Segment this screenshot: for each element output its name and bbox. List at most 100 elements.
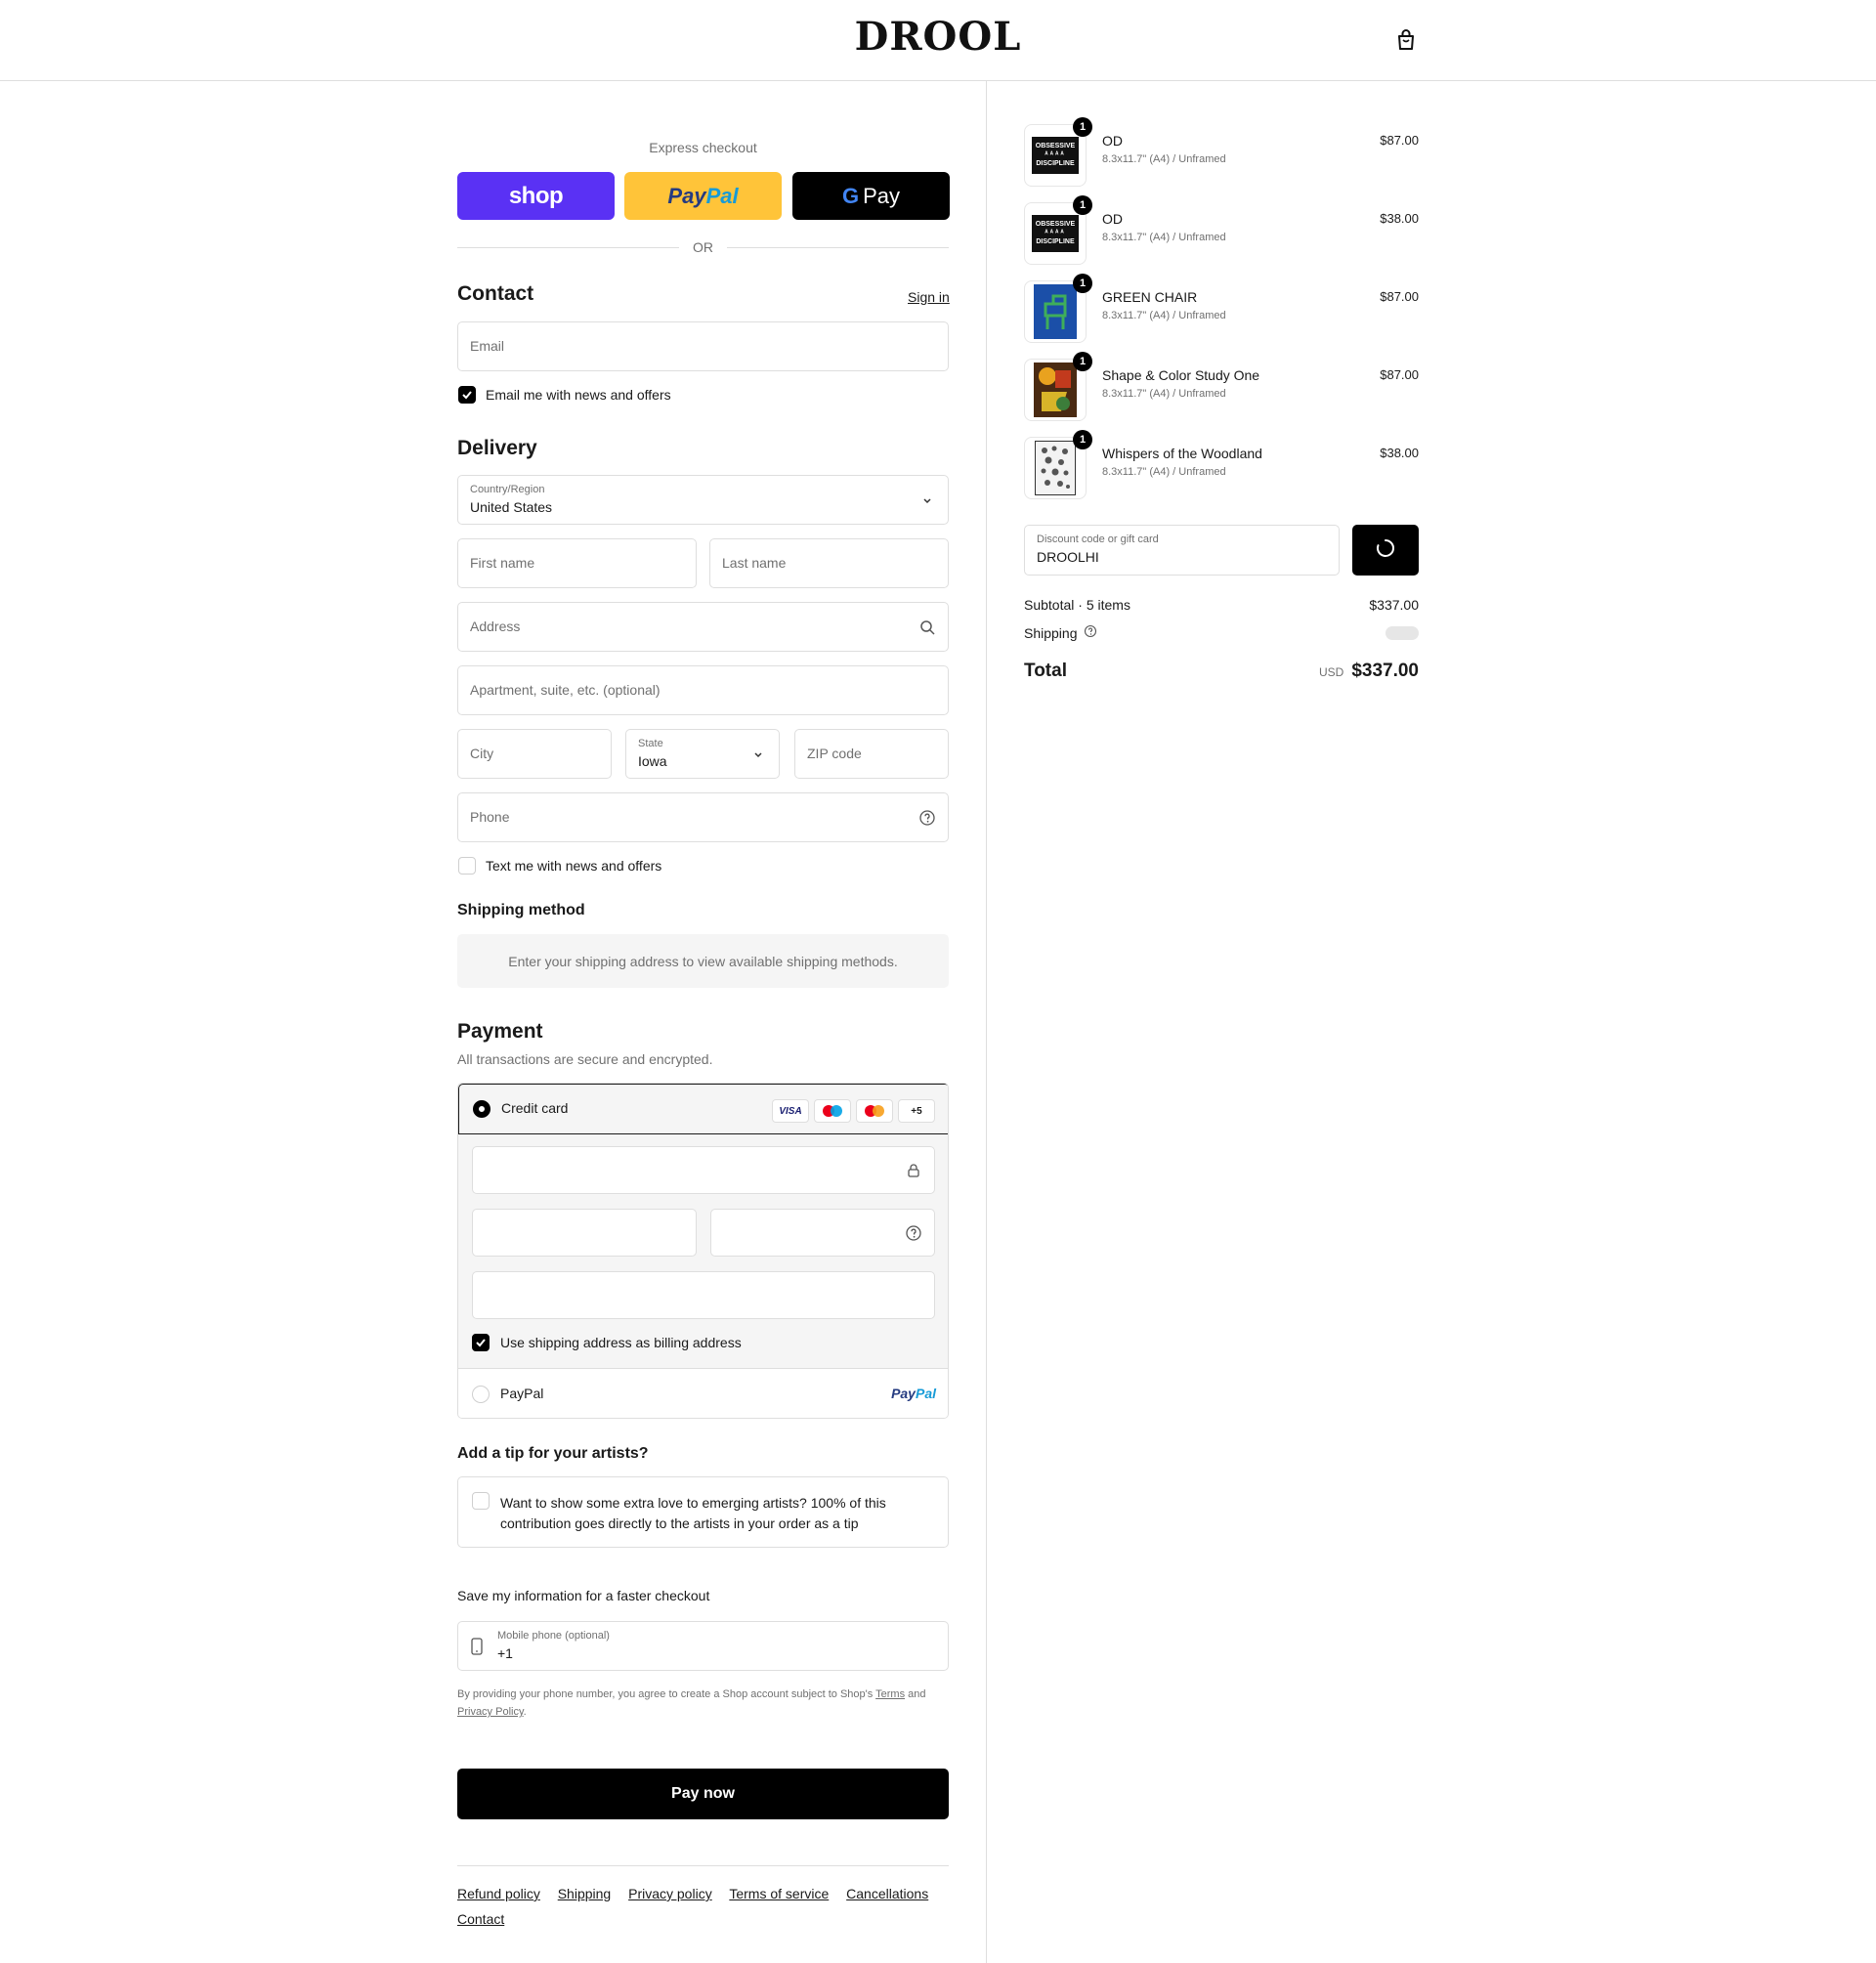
shipping-loading-placeholder xyxy=(1386,625,1419,640)
card-number-field[interactable] xyxy=(472,1146,935,1194)
total-label: Total xyxy=(1024,661,1067,681)
subtotal-value: $337.00 xyxy=(1369,597,1419,613)
phone-field[interactable]: Phone xyxy=(457,792,949,842)
first-name-field[interactable]: First name xyxy=(457,538,697,588)
order-item: OBSESSIVE ᴬᴬᴬᴬ DISCIPLINE 1 OD 8.3x11.7" (… xyxy=(1024,117,1419,189)
tip-text: Want to show some extra love to emerging… xyxy=(500,1495,886,1531)
discount-value: DROOLHI xyxy=(1037,549,1099,565)
shipping-method-note: Enter your shipping address to view avai… xyxy=(457,934,949,988)
terms-link[interactable]: Terms xyxy=(875,1688,905,1700)
shipping-policy-link[interactable]: Shipping xyxy=(558,1886,612,1901)
shop-pay-button[interactable]: shop xyxy=(457,172,615,220)
privacy-policy-footer-link[interactable]: Privacy policy xyxy=(628,1886,712,1901)
item-variant: 8.3x11.7" (A4) / Unframed xyxy=(1102,232,1226,243)
item-variant: 8.3x11.7" (A4) / Unframed xyxy=(1102,310,1226,321)
expiration-field[interactable] xyxy=(472,1209,697,1257)
mobile-phone-icon xyxy=(470,1638,484,1660)
order-item: 1 Whispers of the Woodland 8.3x11.7" (A4… xyxy=(1024,430,1419,501)
country-select[interactable]: Country/Region United States xyxy=(457,475,949,525)
state-value: Iowa xyxy=(638,753,667,769)
help-circle-icon[interactable] xyxy=(1084,624,1097,641)
shipping-label: Shipping xyxy=(1024,624,1078,641)
mobile-phone-field[interactable]: Mobile phone (optional) +1 xyxy=(457,1621,949,1671)
shipping-row: Shipping xyxy=(1024,624,1419,641)
credit-card-radio[interactable] xyxy=(473,1100,490,1118)
paypal-logo-part: Pay xyxy=(667,183,706,208)
shop-disclaimer: By providing your phone number, you agre… xyxy=(457,1686,949,1721)
quantity-badge: 1 xyxy=(1073,274,1092,293)
payment-heading: Payment xyxy=(457,1020,543,1043)
save-info-heading: Save my information for a faster checkou… xyxy=(457,1588,710,1603)
item-price: $87.00 xyxy=(1380,367,1419,382)
quantity-badge: 1 xyxy=(1073,195,1092,215)
or-label: OR xyxy=(693,239,713,255)
item-name: OD xyxy=(1102,133,1123,149)
delivery-heading: Delivery xyxy=(457,437,537,459)
item-variant: 8.3x11.7" (A4) / Unframed xyxy=(1102,388,1226,400)
apartment-field[interactable]: Apartment, suite, etc. (optional) xyxy=(457,665,949,715)
credit-card-option[interactable]: Credit card VISA +5 xyxy=(458,1084,948,1134)
shipping-method-heading: Shipping method xyxy=(457,902,585,918)
google-pay-button[interactable]: G Pay xyxy=(792,172,950,220)
apply-discount-button[interactable] xyxy=(1352,525,1419,576)
lock-icon xyxy=(905,1162,922,1184)
city-field[interactable]: City xyxy=(457,729,612,779)
loading-spinner-icon xyxy=(1375,537,1396,564)
paypal-radio[interactable] xyxy=(472,1386,490,1403)
total-value: $337.00 xyxy=(1351,661,1419,681)
thumb-text: DISCIPLINE xyxy=(1036,238,1075,245)
store-logo[interactable]: DROOL xyxy=(0,14,1876,60)
email-placeholder: Email xyxy=(470,338,505,354)
pay-now-button[interactable]: Pay now xyxy=(457,1769,949,1819)
thumb-text: DISCIPLINE xyxy=(1036,160,1075,167)
paypal-option[interactable]: PayPal PayPal xyxy=(458,1369,948,1418)
chevron-down-icon xyxy=(749,746,767,763)
item-variant: 8.3x11.7" (A4) / Unframed xyxy=(1102,466,1226,478)
paypal-express-button[interactable]: Pay Pal xyxy=(624,172,782,220)
more-cards-badge: +5 xyxy=(898,1099,935,1123)
zip-field[interactable]: ZIP code xyxy=(794,729,949,779)
state-label: State xyxy=(638,738,663,749)
discount-label: Discount code or gift card xyxy=(1037,533,1159,545)
sign-in-link[interactable]: Sign in xyxy=(908,289,950,305)
item-price: $87.00 xyxy=(1380,289,1419,304)
privacy-policy-link[interactable]: Privacy Policy xyxy=(457,1706,524,1718)
payment-methods: Credit card VISA +5 Use shipping address… xyxy=(457,1083,949,1419)
state-select[interactable]: State Iowa xyxy=(625,729,780,779)
first-name-placeholder: First name xyxy=(470,555,535,571)
billing-address-checkbox[interactable] xyxy=(472,1334,490,1351)
contact-link[interactable]: Contact xyxy=(457,1911,504,1927)
billing-address-label: Use shipping address as billing address xyxy=(500,1335,742,1350)
footer-links: Refund policy Shipping Privacy policy Te… xyxy=(457,1881,949,1932)
or-divider: OR xyxy=(457,238,949,256)
disclaimer-period: . xyxy=(523,1706,527,1718)
credit-card-form: Use shipping address as billing address xyxy=(458,1134,948,1369)
tip-checkbox[interactable] xyxy=(472,1492,490,1510)
mastercard-icon xyxy=(856,1099,893,1123)
security-code-field[interactable] xyxy=(710,1209,935,1257)
help-circle-icon[interactable] xyxy=(918,809,936,827)
refund-policy-link[interactable]: Refund policy xyxy=(457,1886,540,1901)
text-news-label: Text me with news and offers xyxy=(486,858,662,874)
shopping-bag-icon[interactable] xyxy=(1393,27,1419,53)
mobile-phone-label: Mobile phone (optional) xyxy=(497,1630,610,1642)
last-name-field[interactable]: Last name xyxy=(709,538,949,588)
cancellations-link[interactable]: Cancellations xyxy=(846,1886,928,1901)
last-name-placeholder: Last name xyxy=(722,555,787,571)
email-field[interactable]: Email xyxy=(457,321,949,371)
email-news-checkbox[interactable] xyxy=(458,386,476,404)
discount-code-field[interactable]: Discount code or gift card DROOLHI xyxy=(1024,525,1340,576)
item-price: $38.00 xyxy=(1380,446,1419,460)
thumb-text: OBSESSIVE xyxy=(1035,143,1076,149)
total-row: Total USD $337.00 xyxy=(1024,661,1419,682)
help-circle-icon[interactable] xyxy=(905,1224,922,1247)
terms-of-service-link[interactable]: Terms of service xyxy=(729,1886,829,1901)
google-pay-label: Pay xyxy=(863,183,901,208)
subtotal-row: Subtotal · 5 items $337.00 xyxy=(1024,597,1419,613)
mobile-phone-value: +1 xyxy=(497,1645,513,1661)
payment-subtitle: All transactions are secure and encrypte… xyxy=(457,1051,713,1067)
name-on-card-field[interactable] xyxy=(472,1271,935,1319)
contact-heading: Contact xyxy=(457,282,534,305)
address-field[interactable]: Address xyxy=(457,602,949,652)
text-news-checkbox[interactable] xyxy=(458,857,476,875)
